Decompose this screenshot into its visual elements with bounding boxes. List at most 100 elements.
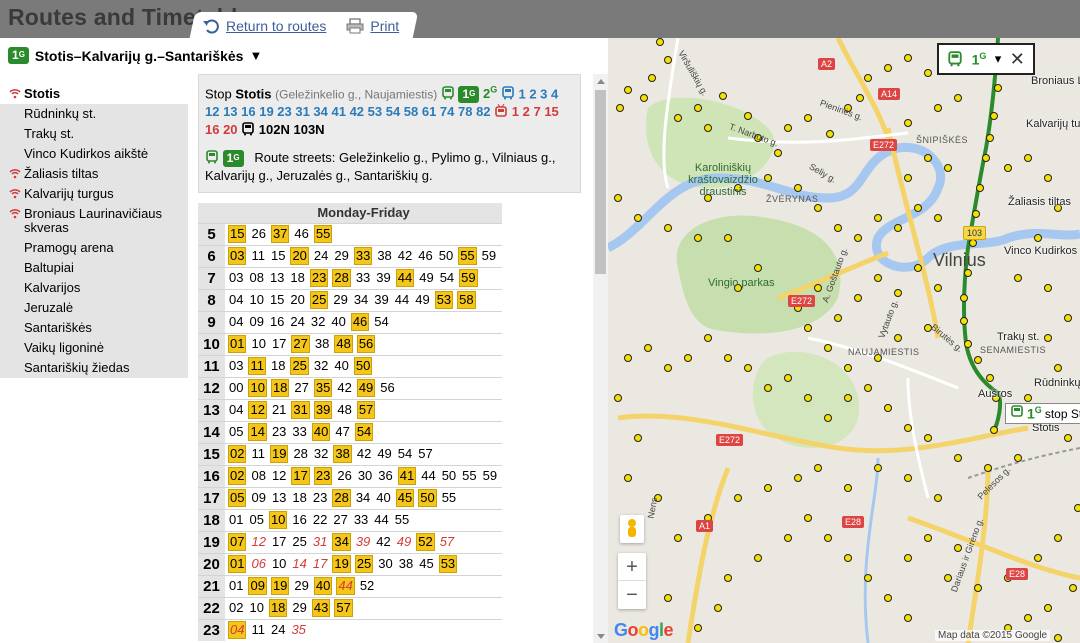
map-stop-marker[interactable] xyxy=(664,224,672,232)
departure-minute-highlighted[interactable]: 57 xyxy=(356,401,376,419)
departure-minute[interactable]: 59 xyxy=(481,248,497,264)
map-stop-marker[interactable] xyxy=(834,314,842,322)
departure-minute[interactable]: 39 xyxy=(375,270,391,286)
map-stop-marker[interactable] xyxy=(734,284,742,292)
map-stop-marker[interactable] xyxy=(624,86,632,94)
departure-minute[interactable]: 38 xyxy=(314,336,330,352)
map-stop-marker[interactable] xyxy=(724,354,732,362)
printer-icon[interactable] xyxy=(346,18,364,34)
map-stop-marker[interactable] xyxy=(924,324,932,332)
map-stop-marker[interactable] xyxy=(986,374,994,382)
departure-minute-highlighted[interactable]: 33 xyxy=(353,247,373,265)
departure-minute[interactable]: 13 xyxy=(271,490,287,506)
map-stop-marker[interactable] xyxy=(844,394,852,402)
departure-minute[interactable]: 49 xyxy=(396,534,412,550)
departure-minute[interactable]: 55 xyxy=(461,468,477,484)
map-stop-marker[interactable] xyxy=(960,317,968,325)
departure-minute-highlighted[interactable]: 55 xyxy=(458,247,477,265)
map-stop-marker[interactable] xyxy=(664,364,672,372)
departure-minute[interactable]: 09 xyxy=(250,490,266,506)
map-stop-marker[interactable] xyxy=(1044,284,1052,292)
map-stop-marker[interactable] xyxy=(972,210,980,218)
departure-minute[interactable]: 08 xyxy=(250,468,266,484)
map-stop-marker[interactable] xyxy=(826,130,834,138)
departure-minute[interactable]: 17 xyxy=(271,534,287,550)
departure-minute-highlighted[interactable]: 40 xyxy=(311,423,331,441)
map-stop-marker[interactable] xyxy=(924,434,932,442)
departure-minute-highlighted[interactable]: 19 xyxy=(332,555,351,573)
departure-minute[interactable]: 10 xyxy=(248,600,264,616)
print-link[interactable]: Print xyxy=(370,18,399,34)
map-stop-marker[interactable] xyxy=(1014,454,1022,462)
map[interactable]: Vilnius ŠNIPIŠKĖS ŽVĖRYNAS NAUJAMIESTIS … xyxy=(608,38,1080,643)
map-stop-marker[interactable] xyxy=(784,124,792,132)
stop-item[interactable]: Rūdninkų st. xyxy=(0,104,188,124)
departure-minute[interactable]: 49 xyxy=(376,446,392,462)
departure-minute-highlighted[interactable]: 52 xyxy=(416,533,435,551)
map-stop-marker[interactable] xyxy=(1054,204,1062,212)
map-stop-marker[interactable] xyxy=(616,104,624,112)
express-line-2g[interactable]: 2G xyxy=(483,85,497,101)
departure-minute[interactable]: 12 xyxy=(271,468,287,484)
departure-minute-highlighted[interactable]: 39 xyxy=(313,401,333,419)
map-stop-marker[interactable] xyxy=(894,334,902,342)
departure-minute[interactable]: 33 xyxy=(355,270,371,286)
departure-minute[interactable]: 42 xyxy=(397,248,413,264)
map-stop-marker[interactable] xyxy=(914,264,922,272)
departure-minute[interactable]: 34 xyxy=(353,292,369,308)
map-route-selector[interactable]: 1G ▾ ✕ xyxy=(937,43,1035,75)
departure-minute[interactable]: 03 xyxy=(228,270,244,286)
departure-minute[interactable]: 02 xyxy=(228,600,244,616)
map-stop-marker[interactable] xyxy=(1024,614,1032,622)
departure-minute-highlighted[interactable]: 56 xyxy=(356,335,376,353)
departure-minute-highlighted[interactable]: 28 xyxy=(332,489,351,507)
night-lines[interactable]: 102N 103N xyxy=(259,122,325,137)
map-stop-marker[interactable] xyxy=(1064,434,1072,442)
stop-item[interactable]: Broniaus Laurinavičiaus skveras xyxy=(0,204,188,238)
map-stop-marker[interactable] xyxy=(1054,534,1062,542)
departure-minute-highlighted[interactable]: 07 xyxy=(228,533,247,551)
map-stop-marker[interactable] xyxy=(904,424,912,432)
departure-minute[interactable]: 12 xyxy=(250,534,266,550)
map-stop-marker[interactable] xyxy=(924,69,932,77)
departure-minute-highlighted[interactable]: 11 xyxy=(248,357,266,375)
departure-minute-highlighted[interactable]: 01 xyxy=(228,555,247,573)
departure-minute[interactable]: 54 xyxy=(439,270,455,286)
departure-minute-highlighted[interactable]: 17 xyxy=(291,467,310,485)
departure-minute[interactable]: 21 xyxy=(271,402,287,418)
departure-minute[interactable]: 13 xyxy=(269,270,285,286)
map-stop-marker[interactable] xyxy=(754,554,762,562)
departure-minute-highlighted[interactable]: 01 xyxy=(228,335,247,353)
departure-minute[interactable]: 45 xyxy=(418,556,434,572)
departure-minute[interactable]: 23 xyxy=(312,490,328,506)
map-stop-marker[interactable] xyxy=(824,344,832,352)
map-stop-marker[interactable] xyxy=(644,344,652,352)
departure-minute-highlighted[interactable]: 02 xyxy=(228,445,247,463)
departure-minute-highlighted[interactable]: 35 xyxy=(313,379,333,397)
map-stop-marker[interactable] xyxy=(624,354,632,362)
map-stop-marker[interactable] xyxy=(924,534,932,542)
map-stop-marker[interactable] xyxy=(1054,634,1062,642)
stop-item[interactable]: Kalvarijos xyxy=(0,278,188,298)
departure-minute[interactable]: 44 xyxy=(373,512,389,528)
departure-minute[interactable]: 59 xyxy=(482,468,498,484)
map-stop-marker[interactable] xyxy=(884,404,892,412)
departure-minute[interactable]: 49 xyxy=(414,292,430,308)
departure-minute[interactable]: 17 xyxy=(271,336,287,352)
map-stop-marker[interactable] xyxy=(1014,274,1022,282)
map-stop-marker[interactable] xyxy=(960,294,968,302)
map-stop-marker[interactable] xyxy=(684,354,692,362)
departure-minute-highlighted[interactable]: 23 xyxy=(313,467,333,485)
map-stop-marker[interactable] xyxy=(814,284,822,292)
stop-item[interactable]: Santariškės xyxy=(0,318,188,338)
departure-minute[interactable]: 25 xyxy=(291,534,307,550)
scrollbar[interactable] xyxy=(593,74,608,643)
departure-minute-highlighted[interactable]: 50 xyxy=(353,357,373,375)
map-stop-marker[interactable] xyxy=(894,289,902,297)
departure-minute[interactable]: 01 xyxy=(228,512,244,528)
departure-minute[interactable]: 32 xyxy=(313,446,329,462)
map-stop-marker[interactable] xyxy=(804,114,812,122)
map-stop-marker[interactable] xyxy=(754,264,762,272)
departure-minute-highlighted[interactable]: 53 xyxy=(438,555,458,573)
departure-minute-highlighted[interactable]: 25 xyxy=(290,357,309,375)
